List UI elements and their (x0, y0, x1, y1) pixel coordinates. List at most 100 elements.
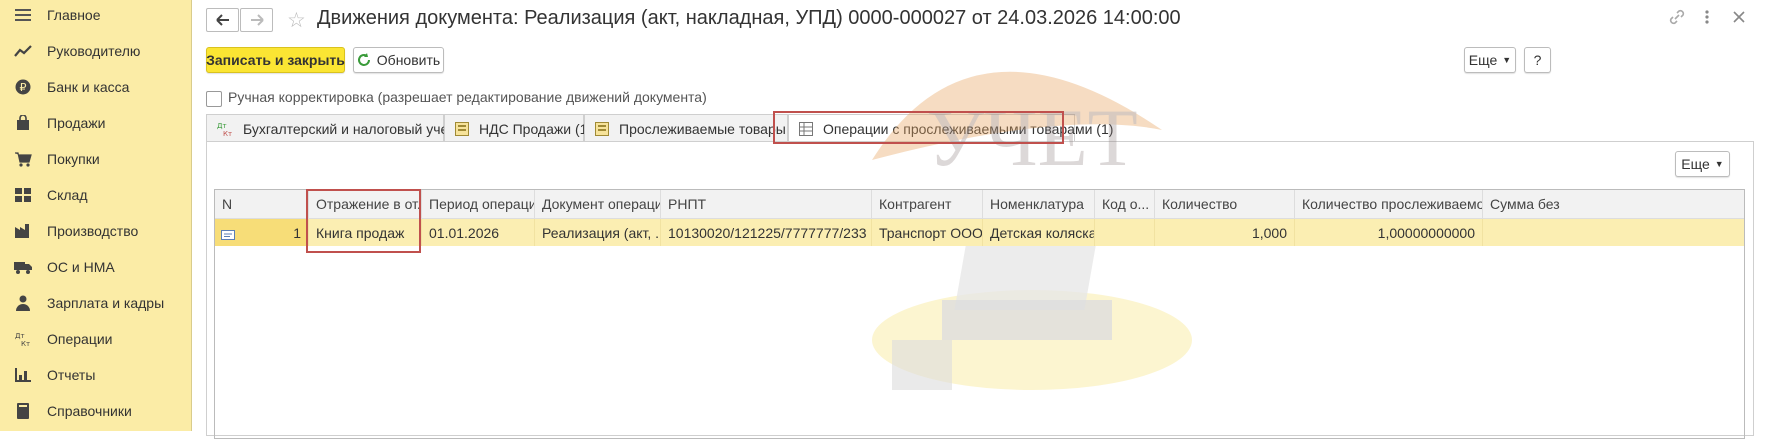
trend-icon (14, 42, 32, 60)
sidebar-item-label: Отчеты (47, 367, 96, 383)
arrow-left-icon (215, 14, 229, 26)
tab-traceable-operations[interactable]: Операции с прослеживаемыми товарами (1) (788, 114, 1113, 143)
sidebar-item-label: Банк и касса (47, 79, 130, 95)
refresh-icon (357, 53, 370, 66)
manual-correction-label[interactable]: Ручная корректировка (разрешает редактир… (228, 89, 707, 105)
record-icon (221, 227, 235, 243)
sidebar-item-label: Покупки (47, 151, 100, 167)
grid-icon (14, 186, 32, 204)
table-cell[interactable]: Транспорт ООО (872, 219, 983, 246)
table-cell[interactable]: Реализация (акт, ... (535, 219, 661, 246)
column-header[interactable]: Сумма без Н (1483, 190, 1563, 218)
sidebar-item-references[interactable]: Справочники (0, 396, 191, 426)
table-more-button[interactable]: Еще ▼ (1675, 151, 1730, 177)
sidebar-item-label: Руководителю (47, 43, 141, 59)
column-header[interactable]: Количество прослеживаемости (1295, 190, 1483, 218)
tab-label: НДС Продажи (1) (479, 120, 593, 137)
favorite-star-icon[interactable]: ☆ (287, 8, 306, 33)
cart-icon (14, 150, 32, 168)
sidebar-item-sales[interactable]: Продажи (0, 108, 191, 138)
bar-chart-icon (14, 366, 32, 384)
sidebar-item-label: Справочники (47, 403, 132, 419)
table-cell[interactable]: Детская коляска (983, 219, 1095, 246)
column-header[interactable]: Период операции (422, 190, 535, 218)
sidebar: Главное Руководителю ₽ Банк и касса Прод… (0, 0, 192, 431)
table-cell[interactable]: Книга продаж (309, 219, 422, 246)
svg-text:₽: ₽ (20, 81, 27, 94)
more-vertical-icon[interactable] (1704, 8, 1710, 31)
tab-label: Бухгалтерский и налоговый учет (5) (243, 120, 476, 137)
manual-correction-checkbox[interactable] (206, 91, 222, 107)
column-header[interactable]: Код о... (1095, 190, 1155, 218)
arrow-right-icon (250, 14, 264, 26)
truck-icon (14, 258, 32, 276)
tab-label: Прослеживаемые товары (1) (619, 120, 807, 137)
register-icon (455, 121, 469, 137)
dropdown-arrow-icon: ▼ (1714, 159, 1724, 169)
back-button[interactable] (206, 8, 239, 32)
dt-kt-icon: Дт Кт (14, 330, 32, 348)
refresh-button[interactable]: Обновить (353, 47, 444, 73)
more-label: Еще (1468, 52, 1498, 68)
table-cell[interactable]: 01.01.2026 (422, 219, 535, 246)
column-header[interactable]: N (215, 190, 309, 218)
tab-vat-sales[interactable]: НДС Продажи (1) (444, 114, 592, 142)
column-header[interactable]: РНПТ (661, 190, 872, 218)
sidebar-item-label: Зарплата и кадры (47, 295, 165, 311)
sidebar-item-label: ОС и НМА (47, 259, 115, 275)
sidebar-item-label: Главное (47, 7, 101, 23)
column-header[interactable]: Документ операции (535, 190, 661, 218)
table-cell[interactable] (1095, 219, 1155, 246)
main-area: ☆ Движения документа: Реализация (акт, н… (192, 0, 1771, 439)
sidebar-item-warehouse[interactable]: Склад (0, 180, 191, 210)
tab-traceable-goods[interactable]: Прослеживаемые товары (1) (584, 114, 807, 142)
table-icon (799, 121, 813, 137)
svg-text:Кт: Кт (223, 130, 232, 137)
link-icon[interactable] (1668, 8, 1686, 31)
column-header[interactable]: Количество (1155, 190, 1295, 218)
sidebar-item-manager[interactable]: Руководителю (0, 36, 191, 66)
tab-label: Операции с прослеживаемыми товарами (1) (823, 121, 1114, 137)
forward-button[interactable] (240, 8, 273, 32)
sidebar-item-reports[interactable]: Отчеты (0, 360, 191, 390)
more-label: Еще (1681, 156, 1710, 172)
ruble-icon: ₽ (14, 78, 32, 96)
save-and-close-button[interactable]: Записать и закрыть (206, 47, 345, 73)
more-button[interactable]: Еще ▼ (1464, 47, 1516, 73)
sidebar-item-production[interactable]: Производство (0, 216, 191, 246)
help-button[interactable]: ? (1524, 47, 1551, 73)
movements-table: N Отражение в от... Период операции Доку… (214, 189, 1745, 439)
column-header[interactable]: Контрагент (872, 190, 983, 218)
column-header[interactable]: Отражение в от... (309, 190, 422, 218)
sidebar-item-label: Склад (47, 187, 88, 203)
table-cell[interactable] (1483, 219, 1563, 246)
sidebar-item-label: Операции (47, 331, 113, 347)
table-row[interactable]: 1 Книга продаж 01.01.2026 Реализация (ак… (215, 219, 1744, 246)
tab-accounting[interactable]: Дт Кт Бухгалтерский и налоговый учет (5) (206, 114, 475, 142)
menu-icon (14, 6, 32, 24)
column-header[interactable]: Номенклатура (983, 190, 1095, 218)
table-header: N Отражение в от... Период операции Доку… (215, 190, 1744, 219)
sidebar-item-bank[interactable]: ₽ Банк и касса (0, 72, 191, 102)
svg-text:Дт: Дт (15, 332, 25, 340)
table-cell[interactable]: 10130020/121225/7777777/233 (661, 219, 872, 246)
book-icon (14, 402, 32, 420)
register-icon (595, 121, 609, 137)
page-title: Движения документа: Реализация (акт, нак… (317, 7, 1181, 29)
refresh-label: Обновить (376, 52, 441, 68)
sidebar-item-salary[interactable]: Зарплата и кадры (0, 288, 191, 318)
close-icon[interactable] (1732, 8, 1746, 31)
sidebar-item-fixed-assets[interactable]: ОС и НМА (0, 252, 191, 282)
sidebar-item-main[interactable]: Главное (0, 0, 191, 30)
person-icon (14, 294, 32, 312)
sidebar-item-purchases[interactable]: Покупки (0, 144, 191, 174)
dropdown-arrow-icon: ▼ (1502, 55, 1512, 65)
sidebar-item-label: Производство (47, 223, 139, 239)
dt-kt-icon: Дт Кт (217, 121, 233, 137)
sidebar-item-label: Продажи (47, 115, 106, 131)
table-cell[interactable]: 1,00000000000 (1295, 219, 1483, 246)
sidebar-item-operations[interactable]: Дт Кт Операции (0, 324, 191, 354)
row-number-cell[interactable]: 1 (215, 219, 309, 246)
cell-value: 1 (293, 224, 301, 241)
table-cell[interactable]: 1,000 (1155, 219, 1295, 246)
